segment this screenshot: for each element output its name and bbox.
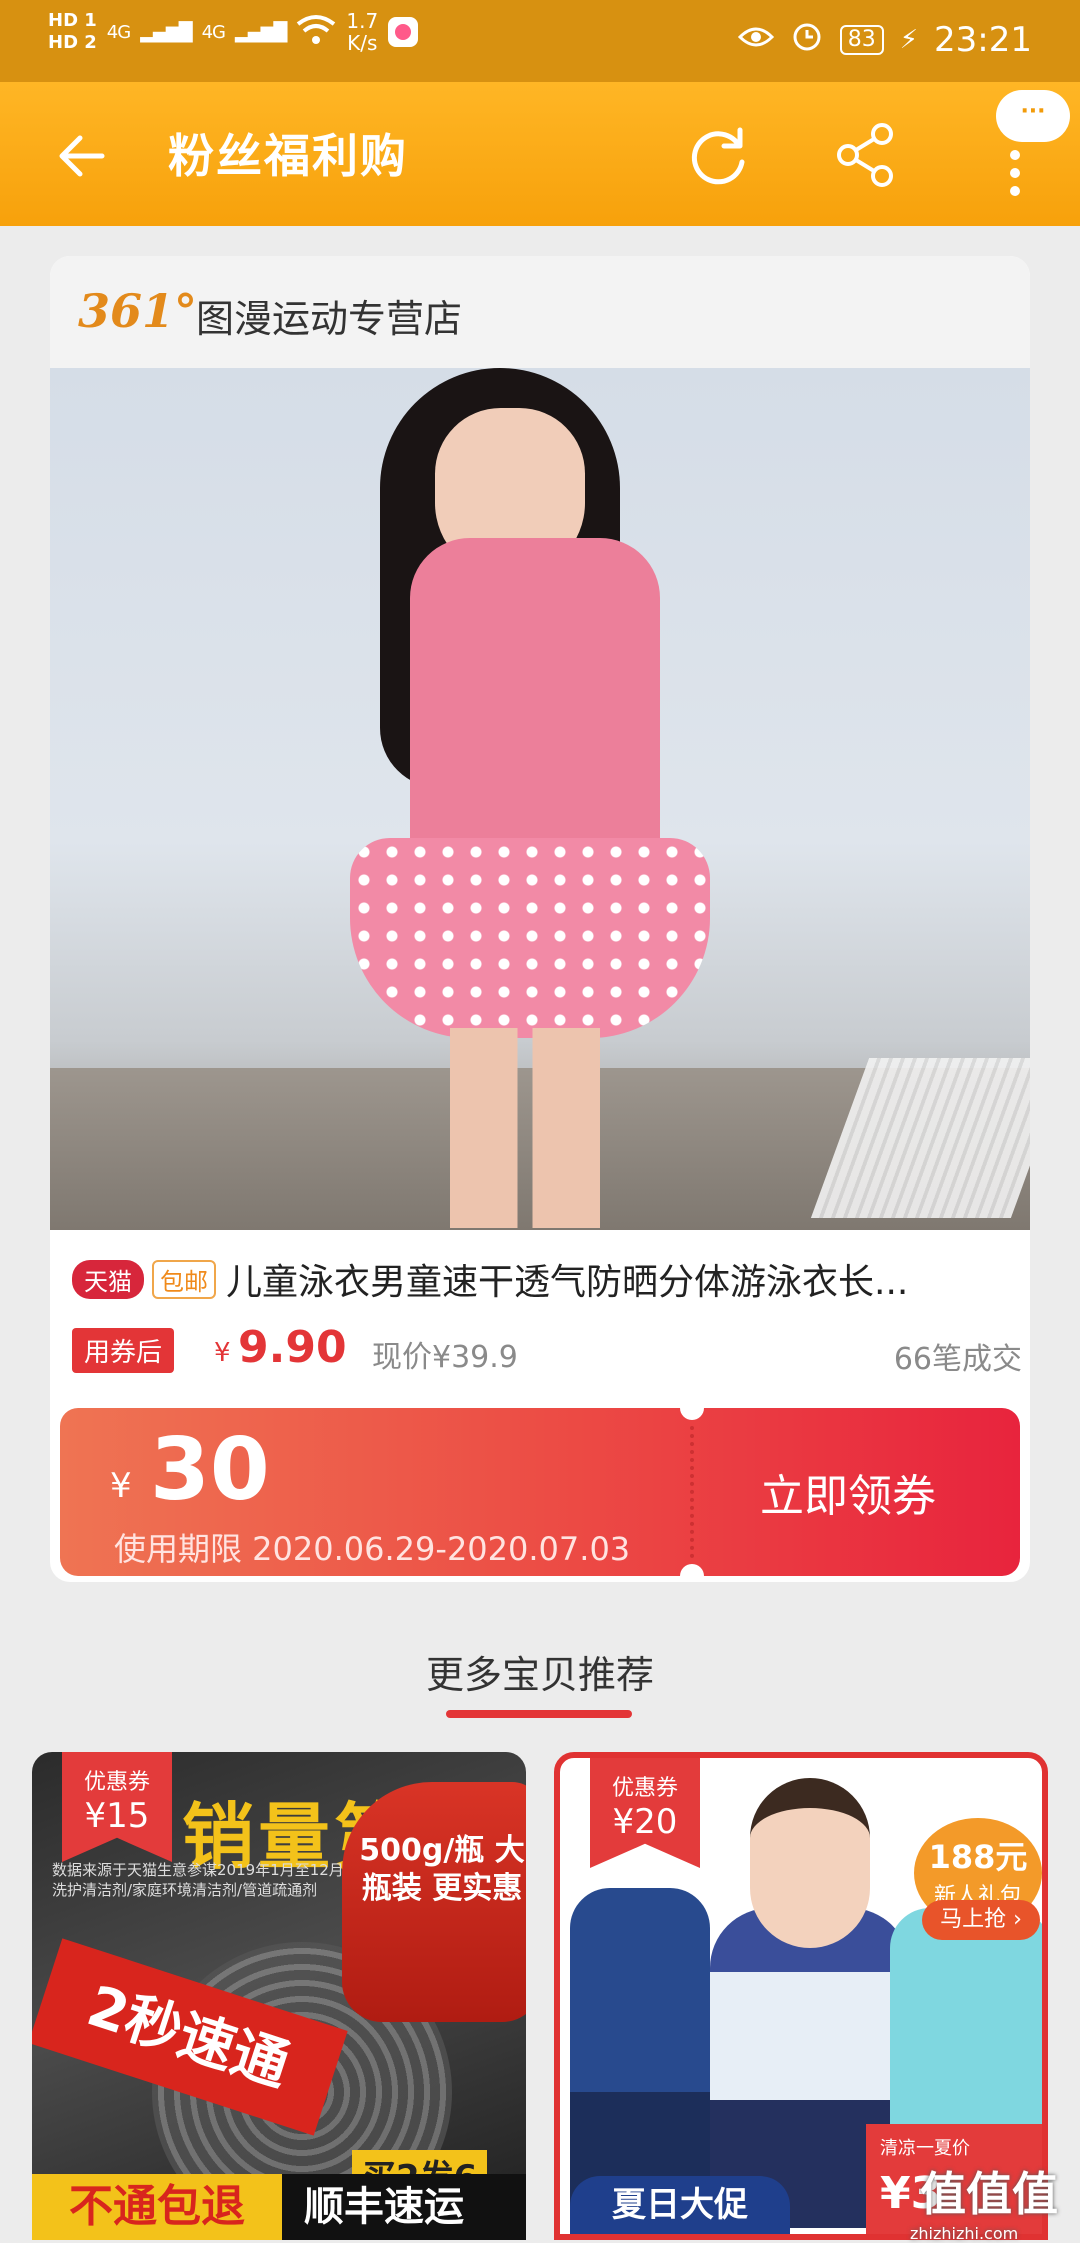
coupon-notch-bottom xyxy=(680,1564,704,1582)
after-coupon-tag: 用券后 xyxy=(72,1328,175,1373)
item1-coupon-label: 优惠券 xyxy=(83,1770,150,1795)
tmall-tag: 天猫 xyxy=(72,1259,144,1299)
sim2-indicator: HD 2 xyxy=(48,32,97,53)
item2-coupon-value: ¥20 xyxy=(612,1802,678,1842)
image-girl-legs xyxy=(450,1028,600,1228)
more-menu-button[interactable]: ··· xyxy=(980,90,1080,226)
sim1-indicator: HD 1 xyxy=(48,10,97,31)
network-type-1: 4G xyxy=(106,21,131,43)
coupon-notch-top xyxy=(680,1396,704,1420)
signal-icon-2: ▂▄▆█ xyxy=(234,21,287,43)
eye-comfort-icon xyxy=(737,20,774,60)
summer-sale-banner: 夏日大促 xyxy=(570,2176,790,2234)
product-title: 儿童泳衣男童速干透气防晒分体游泳衣长... xyxy=(226,1262,909,1303)
sim-indicators: HD 1 HD 2 xyxy=(48,10,97,54)
back-arrow-icon[interactable] xyxy=(52,126,112,186)
item1-bottle-text: 500g/瓶 大瓶装 更实惠 xyxy=(359,1833,525,1906)
share-icon[interactable] xyxy=(834,122,896,188)
recommend-title: 更多宝贝推荐 xyxy=(425,1653,654,1697)
wifi-icon xyxy=(296,14,336,50)
item1-source-note: 数据来源于天猫生意参谋2019年1月至12月 洗护清洁剂/家庭环境清洁剂/管道疏… xyxy=(52,1861,344,1899)
status-bar: HD 1 HD 2 4G ▂▄▆█ 4G ▂▄▆█ 1.7 K/s 83 ⚡ 2… xyxy=(0,0,1080,82)
item1-no-refund: 不通包退 xyxy=(32,2174,282,2240)
price-currency: ¥ xyxy=(214,1338,231,1368)
item2-coupon-tag: 优惠券 ¥20 xyxy=(590,1758,700,1868)
claim-coupon-button[interactable]: 立即领券 xyxy=(760,1460,936,1524)
promo-label: 清凉一夏价 xyxy=(880,2138,970,2159)
product-title-row[interactable]: 天猫 包邮 儿童泳衣男童速干透气防晒分体游泳衣长... xyxy=(72,1252,1012,1306)
price-row: 用券后 ¥ 9.90 现价¥39.9 66笔成交 xyxy=(72,1322,1022,1377)
grab-now-button[interactable]: 马上抢 › xyxy=(922,1900,1040,1940)
battery-indicator: 83 xyxy=(839,24,884,55)
more-bubble: ··· xyxy=(996,90,1070,142)
image-girl-shirt xyxy=(410,538,660,858)
image-girl-skirt xyxy=(350,838,710,1038)
page-title: 粉丝福利购 xyxy=(168,129,408,183)
status-left: HD 1 HD 2 4G ▂▄▆█ 4G ▂▄▆█ 1.7 K/s xyxy=(48,10,419,54)
clock: 23:21 xyxy=(934,19,1032,60)
item1-shipping: 顺丰速运 xyxy=(304,2184,464,2230)
item1-coupon-value: ¥15 xyxy=(84,1796,150,1836)
site-watermark: 值值值 zhizhizhi.com xyxy=(910,2158,1058,2243)
network-speed-unit: K/s xyxy=(347,31,378,55)
coupon-banner[interactable]: ¥ 30 使用期限 2020.06.29-2020.07.03 立即领券 xyxy=(60,1396,1020,1582)
kid-image-2-head xyxy=(750,1778,870,1948)
notification-app-icon xyxy=(388,17,419,47)
coupon-currency: ¥ xyxy=(110,1466,132,1506)
recommend-underline xyxy=(446,1710,632,1718)
more-dots-icon xyxy=(1010,150,1022,204)
free-shipping-tag: 包邮 xyxy=(152,1259,216,1299)
item2-coupon-label: 优惠券 xyxy=(611,1776,678,1801)
store-name: 图漫运动专营店 xyxy=(196,297,463,341)
network-type-2: 4G xyxy=(201,21,226,43)
product-image[interactable] xyxy=(50,368,1030,1230)
original-price: 现价¥39.9 xyxy=(372,1340,518,1375)
status-right: 83 ⚡ 23:21 xyxy=(737,18,1032,61)
network-speed-value: 1.7 xyxy=(346,9,379,33)
store-logo: 361° xyxy=(78,284,198,338)
coupon-validity: 使用期限 2020.06.29-2020.07.03 xyxy=(114,1530,631,1568)
alarm-icon xyxy=(790,18,824,61)
gift-amount: 188元 xyxy=(928,1838,1028,1876)
sold-count: 66笔成交 xyxy=(893,1342,1022,1377)
recommend-item-1[interactable]: 销量第1 数据来源于天猫生意参谋2019年1月至12月 洗护清洁剂/家庭环境清洁… xyxy=(32,1752,526,2240)
product-card: 361° 图漫运动专营店 天猫 包邮 儿童泳衣男童速干透气防晒分体游泳衣长...… xyxy=(50,256,1030,1582)
charging-icon: ⚡ xyxy=(899,24,919,55)
refresh-icon[interactable] xyxy=(686,122,752,188)
price-after-coupon: 9.90 xyxy=(238,1322,347,1373)
network-speed: 1.7 K/s xyxy=(346,10,378,54)
watermark-sub: zhizhizhi.com xyxy=(910,2224,1019,2243)
signal-icon: ▂▄▆█ xyxy=(140,21,192,43)
watermark-main: 值值值 xyxy=(920,2167,1058,2221)
coupon-amount: 30 xyxy=(150,1420,270,1520)
title-bar: 粉丝福利购 ··· xyxy=(0,82,1080,226)
store-row[interactable]: 361° 图漫运动专营店 xyxy=(50,256,1030,368)
coupon-divider xyxy=(690,1426,694,1558)
item1-coupon-tag: 优惠券 ¥15 xyxy=(62,1752,172,1862)
